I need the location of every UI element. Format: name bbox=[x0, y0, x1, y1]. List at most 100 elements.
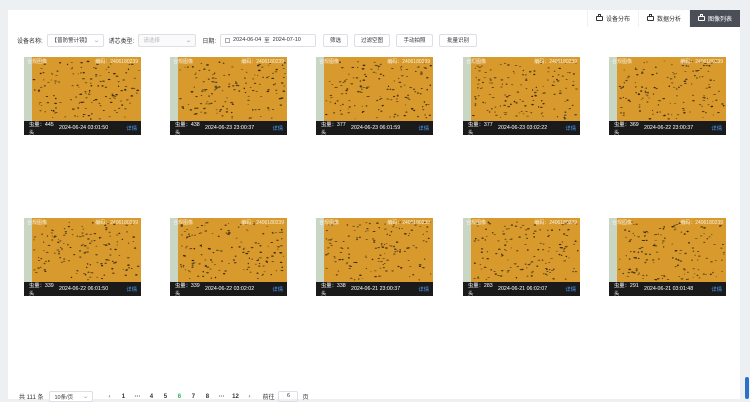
date-end: 2024-07-10 bbox=[272, 37, 301, 43]
card-caption: 虫量：339头 2024-06-22 03:02:02 详情 bbox=[170, 282, 287, 296]
detail-link[interactable]: 详情 bbox=[272, 124, 283, 132]
capture-time: 2024-06-21 23:00:37 bbox=[351, 286, 401, 292]
detail-link[interactable]: 详情 bbox=[126, 285, 137, 293]
trap-image[interactable]: 合规图像 编码：2406180239 bbox=[24, 57, 141, 121]
tab-label: 图像列表 bbox=[707, 17, 732, 23]
watermark-left: 合规图像 bbox=[319, 220, 340, 226]
watermark-left: 合规图像 bbox=[27, 59, 48, 65]
image-card[interactable]: 合规图像 编码：2406180239 虫量：283头 2024-06-21 06:02… bbox=[463, 218, 580, 296]
card-caption: 虫量：377头 2024-06-23 03:02:22 详情 bbox=[463, 121, 580, 135]
detail-link[interactable]: 详情 bbox=[418, 124, 429, 132]
scrollbar[interactable] bbox=[745, 377, 749, 399]
core-type-label: 诱芯类型: bbox=[108, 38, 135, 45]
filter-button[interactable]: 筛选 bbox=[323, 33, 349, 47]
watermark-code: 编码：2406180239 bbox=[241, 59, 284, 65]
trap-image[interactable]: 合规图像 编码：2406180239 bbox=[24, 218, 141, 282]
capture-time: 2024-06-23 03:02:22 bbox=[498, 125, 548, 131]
watermark-left: 合规图像 bbox=[173, 59, 194, 65]
insect-count: 虫量：377头 bbox=[321, 122, 346, 135]
detail-link[interactable]: 详情 bbox=[565, 285, 576, 293]
trap-image[interactable]: 合规图像 编码：2406180239 bbox=[170, 218, 287, 282]
detail-link[interactable]: 详情 bbox=[126, 124, 137, 132]
card-caption: 虫量：377头 2024-06-23 06:01:59 详情 bbox=[316, 121, 433, 135]
chevron-down-icon: ⌄ bbox=[185, 37, 193, 44]
detail-link[interactable]: 详情 bbox=[272, 285, 283, 293]
manual-capture-button[interactable]: 手动拍照 bbox=[396, 33, 434, 47]
tab-image-list[interactable]: 图像列表 bbox=[688, 10, 740, 27]
insect-count: 虫量：338头 bbox=[321, 283, 346, 296]
image-card[interactable]: 合规图像 编码：2406180239 虫量：377头 2024-06-23 03:02… bbox=[463, 57, 580, 135]
capture-time: 2024-06-21 03:01:48 bbox=[644, 286, 694, 292]
insect-count: 虫量：339头 bbox=[29, 283, 54, 296]
calendar-icon bbox=[225, 37, 231, 43]
trap-image[interactable]: 合规图像 编码：2406180239 bbox=[463, 57, 580, 121]
image-card[interactable]: 合规图像 编码：2406180239 虫量：338头 2024-06-21 23:00… bbox=[316, 218, 433, 296]
image-card[interactable]: 合规图像 编码：2406180239 虫量：445头 2024-06-24 03:01… bbox=[24, 57, 141, 135]
watermark-left: 合规图像 bbox=[466, 220, 487, 226]
total-count: 共 111 条 bbox=[19, 395, 44, 401]
image-card[interactable]: 合规图像 编码：2406180239 虫量：438头 2024-06-23 23:00… bbox=[170, 57, 287, 135]
tab-data-analysis[interactable]: 数据分析 bbox=[637, 10, 689, 27]
tab-device-distribution[interactable]: 设备分布 bbox=[586, 10, 638, 27]
trap-image[interactable]: 合规图像 编码：2406180239 bbox=[609, 57, 726, 121]
page-size-value: 10条/页 bbox=[54, 394, 74, 401]
detail-link[interactable]: 详情 bbox=[418, 285, 429, 293]
watermark-left: 合规图像 bbox=[319, 59, 340, 65]
core-type-select[interactable]: 请选择 ⌄ bbox=[138, 33, 197, 47]
detail-link[interactable]: 详情 bbox=[711, 124, 722, 132]
filter-bar: 设备名称: 【普防警计镜】 ⌄ 诱芯类型: 请选择 ⌄ 日期: 2024-06-… bbox=[17, 33, 478, 47]
insect-count: 虫量：283头 bbox=[468, 283, 493, 296]
capture-time: 2024-06-22 06:01:50 bbox=[59, 286, 109, 292]
card-caption: 虫量：369头 2024-06-22 23:00:37 详情 bbox=[609, 121, 726, 135]
trap-image[interactable]: 合规图像 编码：2406180239 bbox=[316, 57, 433, 121]
card-caption: 虫量：283头 2024-06-21 06:02:07 详情 bbox=[463, 282, 580, 296]
image-card[interactable]: 合规图像 编码：2406180239 虫量：339头 2024-06-22 06:01… bbox=[24, 218, 141, 296]
insect-count: 虫量：438头 bbox=[175, 122, 200, 135]
pagination: 共 111 条 10条/页 ⌄ ‹ 1 ··· 4 5 6 7 8 ··· 12… bbox=[19, 391, 309, 402]
capture-time: 2024-06-23 06:01:59 bbox=[351, 125, 401, 131]
insect-count: 虫量：445头 bbox=[29, 122, 54, 135]
insect-count: 虫量：377头 bbox=[468, 122, 493, 135]
watermark-left: 合规图像 bbox=[612, 220, 633, 226]
insect-count: 虫量：291头 bbox=[614, 283, 639, 296]
device-select-value: 【普防警计镜】 bbox=[51, 38, 91, 44]
watermark-code: 编码：2406180239 bbox=[680, 59, 723, 65]
watermark-code: 编码：2406180239 bbox=[95, 59, 138, 65]
watermark-left: 合规图像 bbox=[173, 220, 194, 226]
card-caption: 虫量：445头 2024-06-24 03:01:50 详情 bbox=[24, 121, 141, 135]
detail-link[interactable]: 详情 bbox=[565, 124, 576, 132]
image-card[interactable]: 合规图像 编码：2406180239 虫量：377头 2024-06-23 06:01… bbox=[316, 57, 433, 135]
goto-page-input[interactable]: 6 bbox=[278, 391, 299, 402]
watermark-left: 合规图像 bbox=[27, 220, 48, 226]
capture-time: 2024-06-23 23:00:37 bbox=[205, 125, 255, 131]
trap-image[interactable]: 合规图像 编码：2406180239 bbox=[170, 57, 287, 121]
tab-label: 设备分布 bbox=[605, 17, 630, 23]
image-card[interactable]: 合规图像 编码：2406180239 虫量：339头 2024-06-22 03:02… bbox=[170, 218, 287, 296]
trap-image[interactable]: 合规图像 编码：2406180239 bbox=[609, 218, 726, 282]
core-type-placeholder: 请选择 bbox=[143, 38, 160, 44]
device-select[interactable]: 【普防警计镜】 ⌄ bbox=[46, 33, 104, 47]
device-label: 设备名称: bbox=[17, 38, 43, 45]
date-label: 日期: bbox=[202, 38, 217, 45]
watermark-left: 合规图像 bbox=[612, 59, 633, 65]
printer-icon bbox=[595, 14, 603, 21]
goto-prefix: 前往 bbox=[262, 395, 275, 401]
watermark-left: 合规图像 bbox=[466, 59, 487, 65]
date-range-picker[interactable]: 2024-06-04 至 2024-07-10 bbox=[220, 33, 317, 47]
capture-time: 2024-06-24 03:01:50 bbox=[59, 125, 109, 131]
capture-time: 2024-06-22 23:00:37 bbox=[644, 125, 694, 131]
card-caption: 虫量：338头 2024-06-21 23:00:37 详情 bbox=[316, 282, 433, 296]
watermark-code: 编码：2406180239 bbox=[387, 59, 430, 65]
watermark-code: 编码：2406180239 bbox=[95, 220, 138, 226]
date-separator: 至 bbox=[264, 38, 270, 44]
insect-count: 虫量：369头 bbox=[614, 122, 639, 135]
image-card[interactable]: 合规图像 编码：2406180239 虫量：369头 2024-06-22 23:00… bbox=[609, 57, 726, 135]
image-card[interactable]: 合规图像 编码：2406180239 虫量：291头 2024-06-21 03:01… bbox=[609, 218, 726, 296]
filter-empty-button[interactable]: 过滤空图 bbox=[354, 33, 391, 47]
trap-image[interactable]: 合规图像 编码：2406180239 bbox=[463, 218, 580, 282]
trap-image[interactable]: 合规图像 编码：2406180239 bbox=[316, 218, 433, 282]
page-size-select[interactable]: 10条/页 ⌄ bbox=[49, 391, 94, 402]
date-start: 2024-06-04 bbox=[233, 37, 262, 43]
batch-recognize-button[interactable]: 批量识别 bbox=[439, 33, 478, 47]
detail-link[interactable]: 详情 bbox=[711, 285, 722, 293]
